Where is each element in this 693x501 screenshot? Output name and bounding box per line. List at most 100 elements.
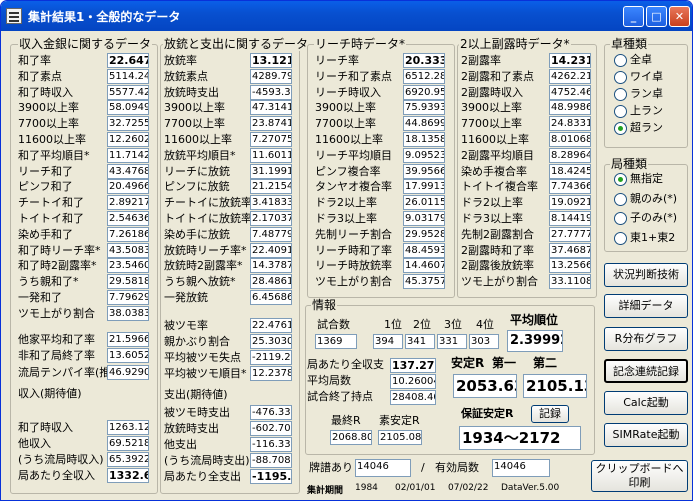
detail-button[interactable]: 詳細データ (604, 294, 688, 318)
income-stat-label: 和了時2副露率* (18, 259, 97, 273)
call-stat-label: 先制2副露割合 (461, 227, 534, 241)
deal-in-stat-label: うち親へ放銃* (164, 275, 236, 289)
table-type-radio[interactable]: 超ラン (614, 120, 663, 136)
deal-in-stat-value: 14.3787 (250, 258, 292, 274)
income-stat-value: 7.26186 (107, 226, 149, 242)
game-type-radio[interactable]: 親のみ(*) (614, 191, 677, 207)
game-type-radio[interactable]: 無指定 (614, 171, 663, 187)
deal-in-stat-label: 放銃率 (164, 54, 197, 67)
table-type-radio[interactable]: ワイ卓 (614, 69, 663, 85)
income-expectation-label: 局あたり全収入 (18, 469, 95, 482)
deal-in-stat-label: チートイに放銃率 (164, 196, 252, 210)
deal-in-stat-label: 7700以上率 (164, 117, 225, 131)
slash-divider: / (421, 461, 425, 474)
situation-button[interactable]: 状況判断技術 (604, 263, 688, 287)
simrate-button[interactable]: SIMRate起動 (604, 423, 688, 447)
riichi-stat-value: 26.0115 (403, 195, 445, 211)
call-stat-value: 4262.21 (549, 68, 591, 84)
riichi-stat-value: 9.09523 (403, 147, 445, 163)
close-button[interactable]: ✕ (669, 6, 690, 27)
hands-value: 14046 (355, 459, 411, 477)
income-expectation-value: 1332.64 (107, 468, 149, 483)
income-stat-value: 23.5460 (107, 258, 149, 274)
call-stat-value: 33.1108 (549, 274, 591, 290)
rank-3-header: 3位 (444, 318, 462, 331)
hand-outcome-stat-value: 46.9290 (107, 364, 149, 380)
deal-in-stat-value: 3.41833 (250, 195, 292, 211)
info-group-label: 情報 (311, 298, 338, 312)
deal-in-group-label: 放銃と支出に関するデータ (163, 37, 310, 51)
tsumo-loss-stat-value: 25.3030 (250, 334, 292, 349)
income-stat-value: 43.4768 (107, 163, 149, 179)
riichi-stat-label: リーチ和了素点 (315, 69, 392, 83)
income-stat-label: ツモ上がり割合 (18, 306, 95, 320)
table-type-radio[interactable]: ラン卓 (614, 86, 663, 102)
deal-in-stat-value: 13.121 (250, 53, 292, 68)
riichi-stat-label: 3900以上率 (315, 101, 376, 115)
deal-in-stat-value: 7.48779 (250, 226, 292, 242)
avg-hands-label: 平均局数 (307, 374, 351, 387)
stable-r-first-value: 2053.63 (453, 374, 517, 398)
deal-in-stat-label: 一発放銃 (164, 291, 208, 304)
table-type-radio[interactable]: 上ラン (614, 103, 663, 119)
expense-expectation-label: 局あたり全支出 (164, 470, 241, 483)
deal-in-stat-value: 6.45686 (250, 290, 292, 305)
final-r-label: 最終R (331, 414, 361, 427)
main-window: 集計結果1・全般的なデータ _ □ ✕ 収入金銀に関するデータ 放銃と支出に関す… (0, 0, 693, 501)
income-stat-label: トイトイ和了 (18, 212, 84, 225)
call-stat-label: トイトイ複合率 (461, 180, 538, 194)
expense-expectation-label: 放銃時支出 (164, 422, 219, 435)
deal-in-stat-label: 11600以上率 (164, 133, 232, 146)
deal-in-stat-label: 放銃時2副露率* (164, 259, 243, 273)
riichi-group-label: リーチ時データ* (314, 37, 407, 51)
income-stat-value: 58.0949 (107, 100, 149, 116)
riichi-stat-value: 75.9393 (403, 100, 445, 116)
income-stat-label: 染め手和了 (18, 227, 73, 241)
call-stat-value: 4752.46 (549, 84, 591, 100)
income-stat-value: 32.7255 (107, 116, 149, 132)
deal-in-stat-label: ピンフに放銃 (164, 180, 230, 194)
deal-in-stat-label: リーチに放銃 (164, 164, 230, 178)
income-expectation-value: 69.5218 (107, 436, 149, 451)
income-stat-value: 29.5818 (107, 274, 149, 290)
date-to: 07/02/22 (448, 483, 489, 493)
hands-label: 牌譜あり (309, 461, 353, 474)
income-stat-value: 2.89217 (107, 195, 149, 211)
call-stat-label: 3900以上率 (461, 101, 522, 115)
call-stat-value: 24.8331 (549, 116, 591, 132)
table-type-radio[interactable]: 全卓 (614, 52, 652, 68)
call-stat-value: 37.4687 (549, 242, 591, 258)
title-bar[interactable]: 集計結果1・全般的なデータ _ □ ✕ (1, 1, 692, 31)
riichi-stat-label: リーチ率 (315, 54, 359, 67)
tsumo-loss-stat-label: 平均被ツモ順目* (164, 367, 247, 380)
games-label: 試合数 (317, 318, 350, 331)
income-stat-value: 5577.42 (107, 84, 149, 100)
game-type-radio[interactable]: 子のみ(*) (614, 210, 677, 226)
game-type-radio[interactable]: 東1+東2 (614, 230, 675, 246)
expense-expectation-value: -1195.3 (250, 469, 292, 484)
r-graph-button[interactable]: R分布グラフ (604, 327, 688, 351)
call-stat-value: 19.0921 (549, 195, 591, 211)
clipboard-button[interactable]: クリップボードへ 印刷 (591, 460, 688, 492)
tsumo-loss-stat-value: 12.2378 (250, 366, 292, 381)
deal-in-stat-value: 22.4091 (250, 242, 292, 258)
riichi-stat-label: 7700以上率 (315, 117, 376, 131)
minimize-button[interactable]: _ (623, 6, 644, 27)
deal-in-stat-label: 放銃平均順目* (164, 148, 236, 162)
riichi-stat-label: リーチ時収入 (315, 85, 381, 99)
record-button[interactable]: 記録 (531, 405, 569, 423)
tsumo-loss-stat-label: 親かぶり割合 (164, 335, 230, 348)
hand-outcome-stat-label: 非和了局終了率 (18, 349, 95, 363)
riichi-stat-value: 20.333 (403, 53, 445, 68)
maximize-button[interactable]: □ (646, 6, 667, 27)
date-from: 02/01/01 (395, 483, 436, 493)
table-type-label: 卓種類 (610, 37, 649, 51)
hand-outcome-stat-label: 流局テンパイ率(推) (18, 365, 115, 379)
deal-in-stat-value: 11.6011 (250, 147, 292, 163)
deal-in-stat-value: 47.3141 (250, 100, 292, 116)
commemorate-button[interactable]: 記念連続記録 (604, 359, 688, 383)
expense-expectation-label: (うち流局時支出) (164, 454, 250, 467)
stable-r-label: 安定R (451, 356, 485, 370)
rank-4-header: 4位 (476, 318, 494, 331)
calc-button[interactable]: Calc起動 (604, 391, 688, 415)
